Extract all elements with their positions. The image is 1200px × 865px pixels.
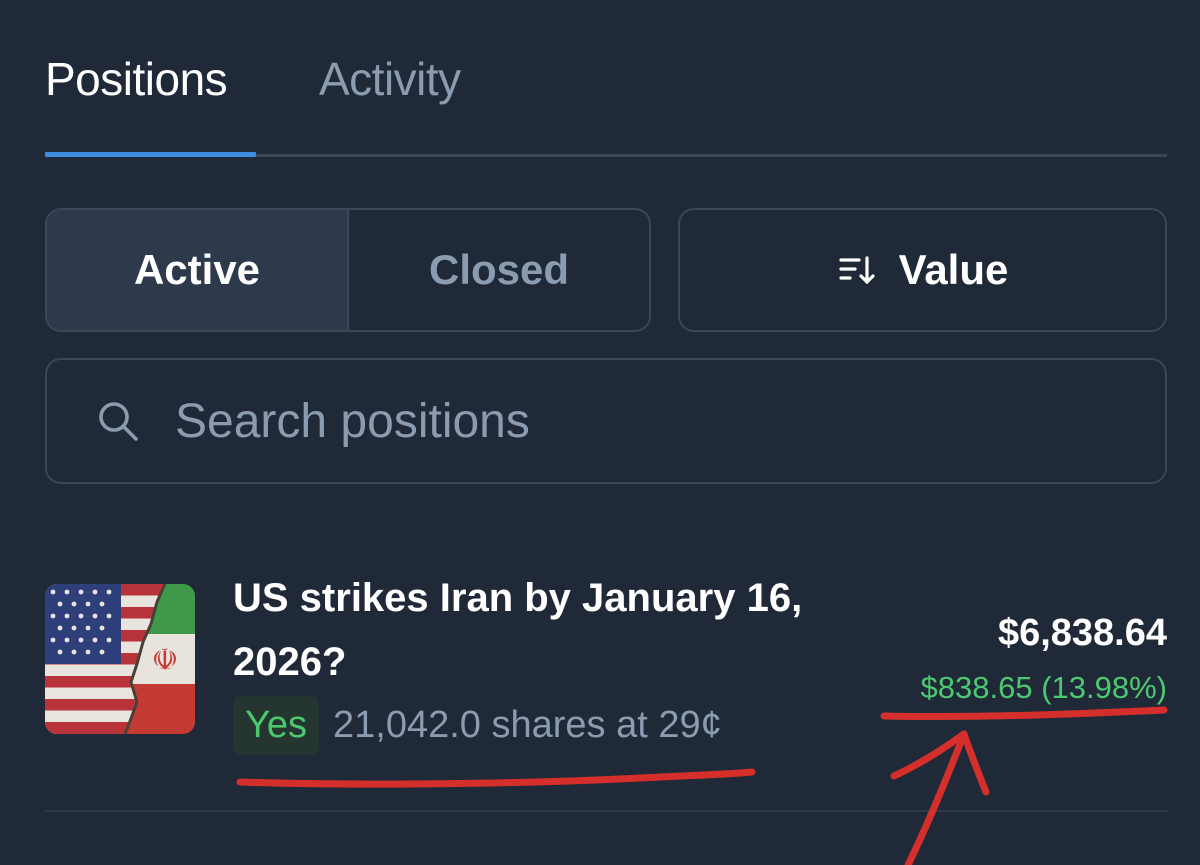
search-input[interactable] <box>173 380 1141 462</box>
closed-filter-button[interactable]: Closed <box>349 210 649 330</box>
market-thumbnail: ☫ <box>45 584 195 734</box>
search-box <box>45 358 1167 484</box>
tab-activity[interactable]: Activity <box>319 52 461 106</box>
position-meta: Yes 21,042.0 shares at 29¢ <box>233 696 722 755</box>
shares-info: 21,042.0 shares at 29¢ <box>333 704 722 746</box>
sort-label: Value <box>898 246 1009 293</box>
position-pnl: $838.65 (13.98%) <box>920 670 1167 705</box>
sort-descending-icon <box>839 256 875 285</box>
active-filter-button[interactable]: Active <box>47 210 349 330</box>
position-value: $6,838.64 <box>997 612 1167 654</box>
row-divider <box>45 810 1167 812</box>
status-toggle: Active Closed <box>45 208 651 332</box>
svg-text:☫: ☫ <box>152 643 179 678</box>
sort-button[interactable]: Value <box>678 208 1167 332</box>
tab-bar: Positions Activity <box>45 0 1167 158</box>
outcome-badge: Yes <box>233 696 319 755</box>
position-row[interactable]: ☫ US strikes Iran by January 16, 2026? Y… <box>45 560 1167 810</box>
active-tab-indicator <box>45 152 256 157</box>
tab-positions[interactable]: Positions <box>45 52 228 106</box>
market-title[interactable]: US strikes Iran by January 16, 2026? <box>233 566 813 694</box>
search-icon <box>99 402 138 441</box>
